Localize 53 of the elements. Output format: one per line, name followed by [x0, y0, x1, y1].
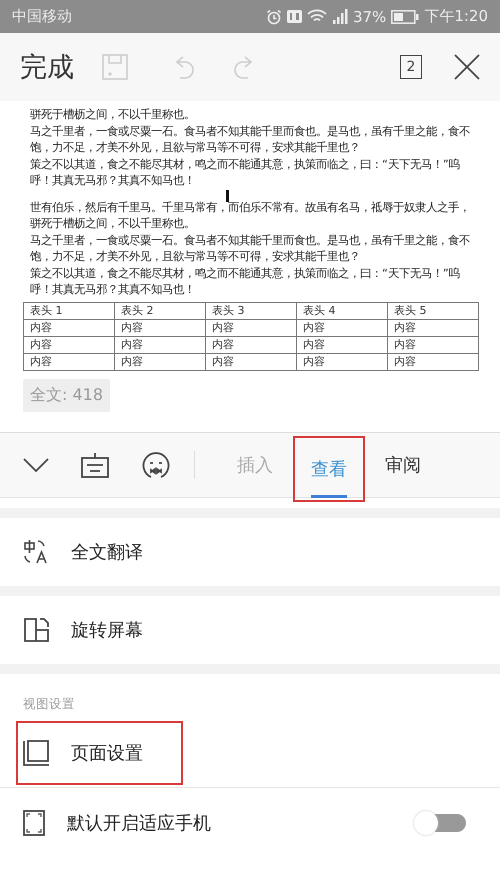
table-cell: 内容 — [114, 336, 206, 353]
clock-time: 下午1:20 — [424, 7, 488, 26]
battery-icon — [391, 10, 420, 24]
paragraph: 世有伯乐，然后有千里马。千里马常有，而伯乐不常有。故虽有名马，祗辱于奴隶人之手，骈死于槽枥之间，不以千里称也。 — [30, 200, 471, 232]
paragraph: 马之千里者，一食或尽粟一石。食马者不知其能千里而食也。是马也，虽有千里之能，食不饱，力不足，才美不外见，且欲与常马等不可得，安求其能千里也？ — [30, 124, 471, 156]
word-count: 全文: 418 — [23, 378, 110, 412]
table-cell: 内容 — [206, 336, 296, 353]
signal-icon — [332, 9, 348, 24]
table-cell: 内容 — [24, 336, 114, 353]
page-icon — [23, 740, 49, 766]
keyboard-icon[interactable] — [81, 452, 109, 478]
translate-icon — [23, 539, 49, 565]
table-cell: 内容 — [388, 336, 478, 353]
table-header-cell: 表头 4 — [296, 302, 388, 319]
toggle-switch[interactable] — [414, 811, 466, 835]
text-cursor — [226, 190, 229, 202]
fit-screen-icon — [23, 810, 45, 836]
menu-item[interactable]: 旋转屏幕 — [0, 598, 500, 662]
ribbon-tab[interactable]: 审阅 — [369, 438, 437, 492]
alarm-icon — [266, 8, 282, 24]
table-cell: 内容 — [296, 353, 388, 370]
carrier-name: 中国移动 — [12, 7, 72, 26]
table-header-cell: 表头 3 — [206, 302, 296, 319]
table-cell: 内容 — [24, 319, 114, 336]
table-cell: 内容 — [388, 319, 478, 336]
bowtie-face-icon[interactable] — [142, 451, 170, 479]
paragraph: 骈死于槽枥之间，不以千里称也。 — [30, 107, 196, 123]
menu-item[interactable]: 全文翻译 — [0, 520, 500, 584]
battery-percent: 37% — [352, 8, 386, 26]
table-cell: 内容 — [296, 336, 388, 353]
table-header-cell: 表头 2 — [114, 302, 206, 319]
rotate-screen-icon — [23, 617, 49, 643]
close-icon[interactable] — [454, 54, 480, 80]
table-header-cell: 表头 1 — [24, 302, 114, 319]
menu-item[interactable]: 默认开启适应手机 — [23, 789, 211, 857]
hd-icon — [286, 10, 302, 23]
table-cell: 内容 — [206, 319, 296, 336]
page-count-button[interactable]: 2 — [400, 55, 422, 79]
table-header-cell: 表头 5 — [388, 302, 478, 319]
paragraph: 策之不以其道，食之不能尽其材，鸣之而不能通其意，执策而临之，曰：“天下无马！”呜呼！其真无马邪？其真不知马也！ — [30, 156, 461, 189]
done-button[interactable]: 完成 — [20, 49, 74, 85]
wifi-icon — [306, 9, 327, 24]
collapse-chevron-icon[interactable] — [23, 458, 49, 472]
table-cell: 内容 — [296, 319, 388, 336]
table-cell: 内容 — [24, 353, 114, 370]
table-cell: 内容 — [114, 319, 206, 336]
paragraph: 马之千里者，一食或尽粟一石。食马者不知其能千里而食也。是马也，虽有千里之能，食不饱，力不足，才美不外见，且欲与常马等不可得，安求其能千里也？ — [30, 232, 471, 265]
table-cell: 内容 — [206, 353, 296, 370]
section-header: 视图设置 — [22, 695, 76, 713]
paragraph: 策之不以其道，食之不能尽其材，鸣之而不能通其意，执策而临之，曰：“天下无马！”呜呼！其真无马邪？其真不知马也！ — [30, 266, 461, 298]
table-cell: 内容 — [388, 353, 478, 370]
table-cell: 内容 — [114, 353, 206, 370]
menu-item[interactable]: 页面设置 — [16, 721, 183, 785]
